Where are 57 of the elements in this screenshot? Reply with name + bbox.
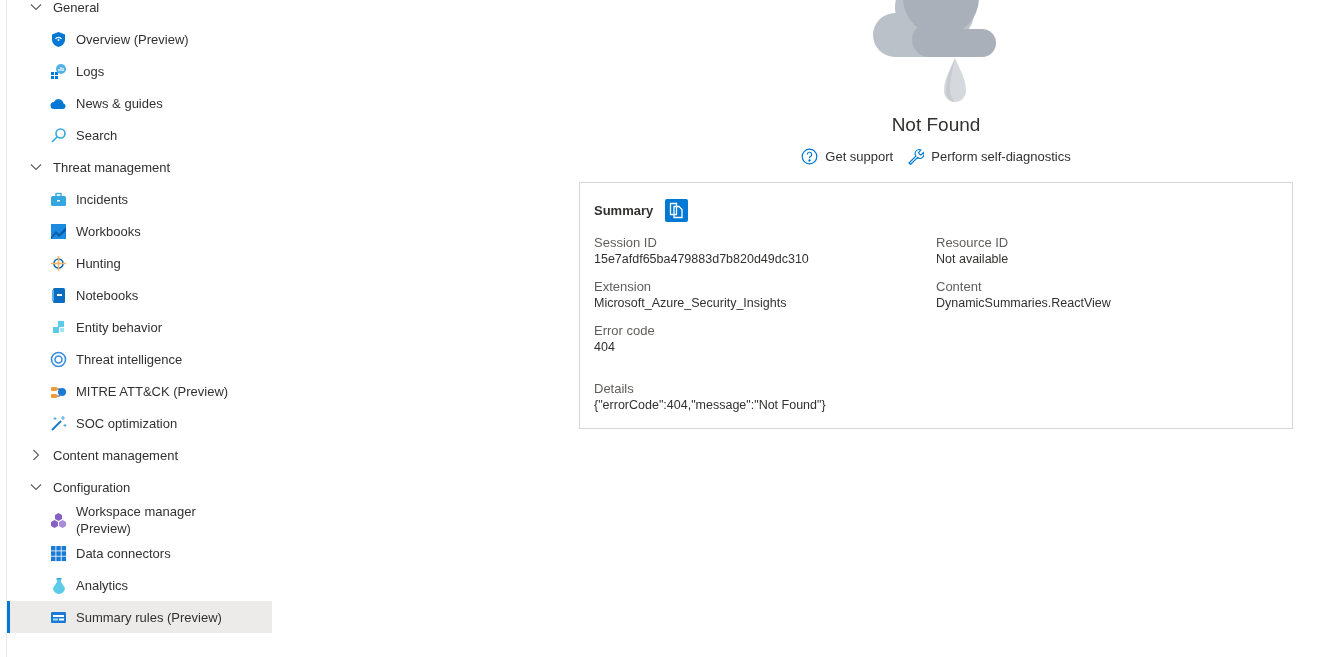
nav-item[interactable]: News & guides [7,87,272,119]
nav-item-icon [50,222,67,240]
nav-item-icon [50,576,67,594]
nav-item-icon [50,286,67,304]
nav-group-label: Content management [53,447,179,463]
nav-item-icon [50,62,67,80]
field-value: Microsoft_Azure_Security_Insights [594,295,788,312]
nav-item-icon [50,126,67,144]
nav-group[interactable]: Threat management [7,151,272,183]
help-icon [801,148,819,165]
field-label: Session ID [594,234,658,251]
nav-item[interactable]: Summary rules (Preview) [7,601,272,633]
field-value: 15e7afdf65ba479883d7b820d49dc310 [594,251,810,268]
nav-item-icon [50,190,67,208]
nav-item[interactable]: Workbooks [7,215,272,247]
nav-item[interactable]: Notebooks [7,279,272,311]
nav-item[interactable]: Overview (Preview) [7,23,272,55]
nav-item-icon [50,350,67,368]
field-value: Not available [936,251,1010,268]
nav-item-icon [50,30,67,48]
nav-item[interactable]: MITRE ATT&CK (Preview) [7,375,272,407]
nav-group-label: Configuration [53,479,131,495]
copy-button[interactable] [665,199,689,222]
field-value: {"errorCode":404,"message":"Not Found"} [594,397,827,414]
nav-item-icon [50,254,67,272]
field-label: Resource ID [936,234,1010,251]
nav-item[interactable]: Analytics [7,569,272,601]
wrench-icon [907,148,925,165]
summary-title: Summary [594,203,654,218]
nav-item[interactable]: Logs [7,55,272,87]
nav-group[interactable]: General [7,0,272,23]
field-label: Error code [594,322,656,339]
nav-item-icon [50,511,67,529]
nav-item-icon [50,318,67,336]
nav-group-label: General [53,0,100,15]
nav-item[interactable]: SOC optimization [7,407,272,439]
nav-item[interactable]: Incidents [7,183,272,215]
error-link[interactable]: Get support [801,148,894,165]
nav-group-label: Threat management [53,159,171,175]
nav-item-icon [50,414,67,432]
field-value: 404 [594,339,616,356]
field-label: Extension [594,278,653,295]
nav-item[interactable]: Hunting [7,247,272,279]
copy-icon [669,202,685,219]
nav-item[interactable]: Search [7,119,272,151]
error-link[interactable]: Perform self-diagnostics [907,148,1071,165]
field-label: Details [594,380,635,397]
field-value: DynamicSummaries.ReactView [936,295,1112,312]
field-label: Content [936,278,983,295]
nav-item[interactable]: Threat intelligence [7,343,272,375]
nav-item[interactable]: Data connectors [7,537,272,569]
nav-group[interactable]: Content management [7,439,272,471]
nav-item[interactable]: Entity behavior [7,311,272,343]
nav-item-icon [50,544,67,562]
error-title: Not Found [891,114,981,136]
nav-group[interactable]: Configuration [7,471,272,503]
nav-item[interactable]: Workspace manager (Preview) [7,503,272,537]
